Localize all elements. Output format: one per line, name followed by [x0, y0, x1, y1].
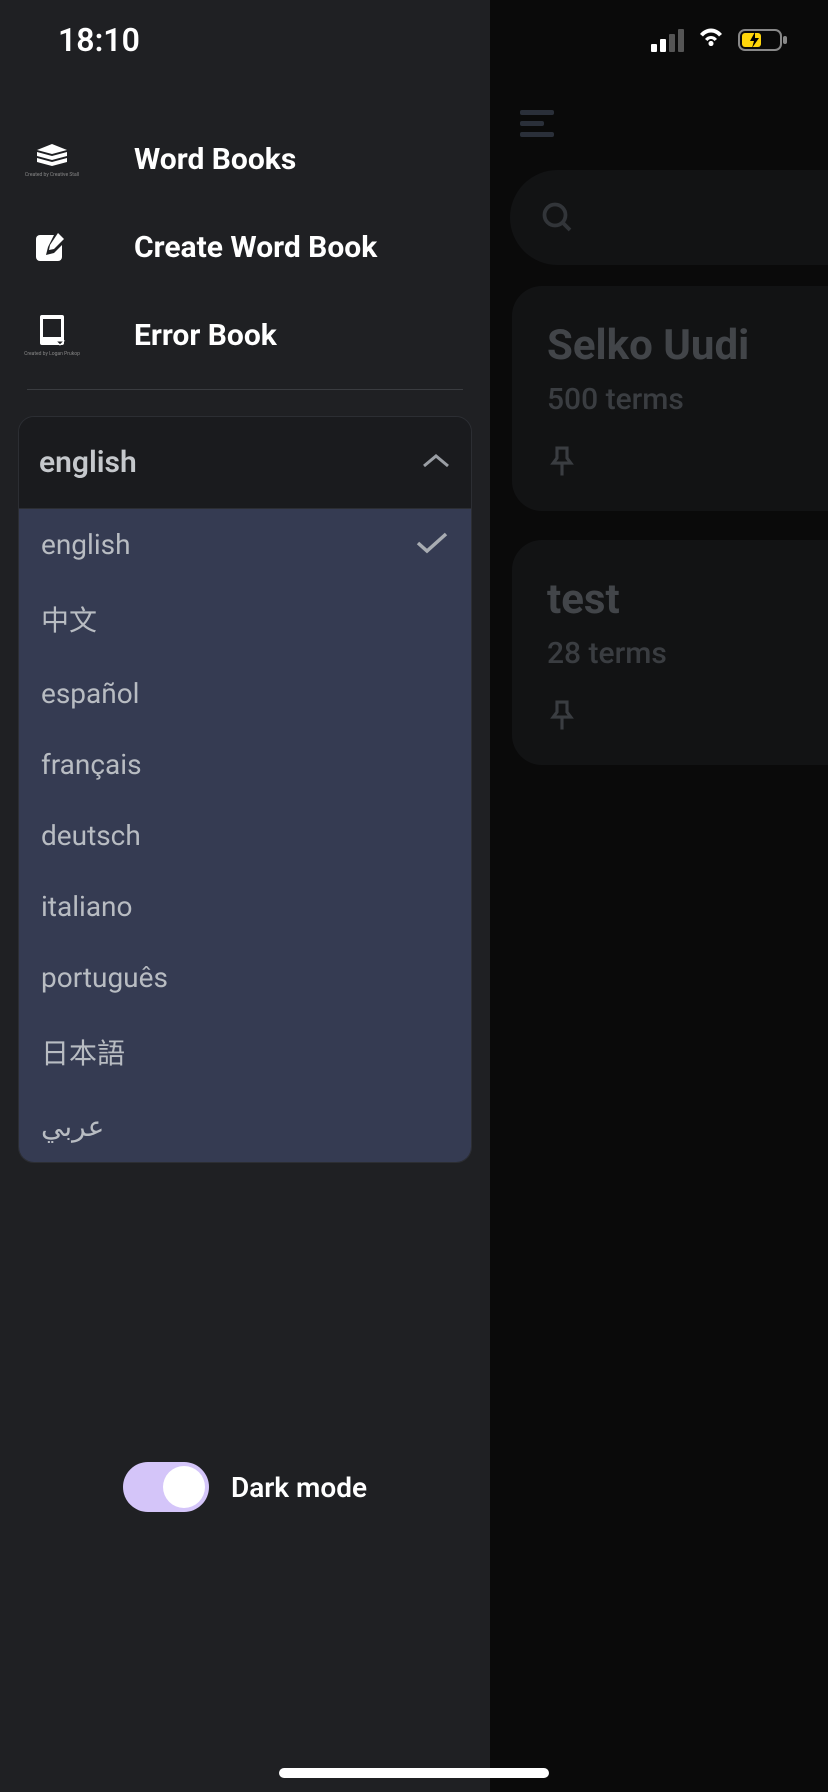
- card-subtitle: 28 terms: [547, 636, 793, 671]
- card-title: Selko Uudi: [547, 321, 793, 370]
- language-option[interactable]: español: [19, 658, 471, 729]
- language-selector-header[interactable]: english: [19, 417, 471, 508]
- selected-language: english: [39, 445, 137, 480]
- language-option[interactable]: português: [19, 942, 471, 1013]
- home-indicator[interactable]: [279, 1768, 549, 1778]
- nav-item-word-books[interactable]: Created by Creative Stall Word Books: [0, 115, 490, 203]
- nav-label: Word Books: [134, 142, 296, 177]
- battery-charging-icon: [738, 28, 788, 52]
- search-bar[interactable]: [510, 170, 828, 265]
- navigation-drawer: Created by Creative Stall Word Books Cre…: [0, 0, 490, 1792]
- nav-label: Create Word Book: [134, 230, 377, 265]
- language-option-label: português: [41, 961, 168, 994]
- language-option-label: english: [41, 528, 131, 561]
- language-dropdown: english 中文 español français deutsch i: [19, 508, 471, 1162]
- nav-item-error-book[interactable]: Created by Logan Prukop Error Book: [0, 291, 490, 379]
- dark-mode-toggle[interactable]: [123, 1462, 209, 1512]
- card-subtitle: 500 terms: [547, 382, 793, 417]
- language-option-label: deutsch: [41, 819, 141, 852]
- language-option-label: italiano: [41, 890, 132, 923]
- language-option[interactable]: 日本語: [19, 1013, 471, 1091]
- language-option-label: عربي: [41, 1110, 104, 1143]
- wifi-icon: [696, 26, 726, 54]
- language-option-label: 日本語: [41, 1032, 125, 1072]
- main-content-dimmed: Selko Uudi 500 terms test 28 terms: [490, 0, 828, 1792]
- card-title: test: [547, 575, 793, 624]
- check-icon: [415, 531, 449, 559]
- dark-mode-row: Dark mode: [0, 1462, 490, 1512]
- language-option-label: 中文: [41, 599, 97, 639]
- menu-toggle-icon[interactable]: [520, 110, 558, 142]
- books-icon: Created by Creative Stall: [30, 137, 74, 181]
- language-selector: english english 中文 español: [18, 416, 472, 1163]
- language-option-label: français: [41, 748, 142, 781]
- pin-icon[interactable]: [547, 699, 793, 739]
- language-option[interactable]: عربي: [19, 1091, 471, 1162]
- status-icons: [651, 26, 788, 54]
- dark-mode-label: Dark mode: [231, 1471, 367, 1504]
- language-option[interactable]: english: [19, 509, 471, 580]
- language-option[interactable]: italiano: [19, 871, 471, 942]
- status-bar: 18:10: [0, 0, 828, 80]
- error-book-icon: Created by Logan Prukop: [30, 313, 74, 357]
- cellular-signal-icon: [651, 29, 684, 52]
- status-time: 18:10: [58, 21, 140, 59]
- language-option[interactable]: 中文: [19, 580, 471, 658]
- word-book-card[interactable]: test 28 terms: [512, 540, 828, 765]
- edit-icon: [30, 225, 74, 269]
- toggle-knob: [163, 1466, 205, 1508]
- divider: [27, 389, 463, 390]
- nav-label: Error Book: [134, 318, 277, 353]
- language-option[interactable]: deutsch: [19, 800, 471, 871]
- word-book-card[interactable]: Selko Uudi 500 terms: [512, 286, 828, 511]
- nav-item-create-word-book[interactable]: Create Word Book: [0, 203, 490, 291]
- pin-icon[interactable]: [547, 445, 793, 485]
- language-option-label: español: [41, 677, 140, 710]
- search-icon: [540, 200, 576, 236]
- chevron-up-icon: [421, 452, 451, 474]
- language-option[interactable]: français: [19, 729, 471, 800]
